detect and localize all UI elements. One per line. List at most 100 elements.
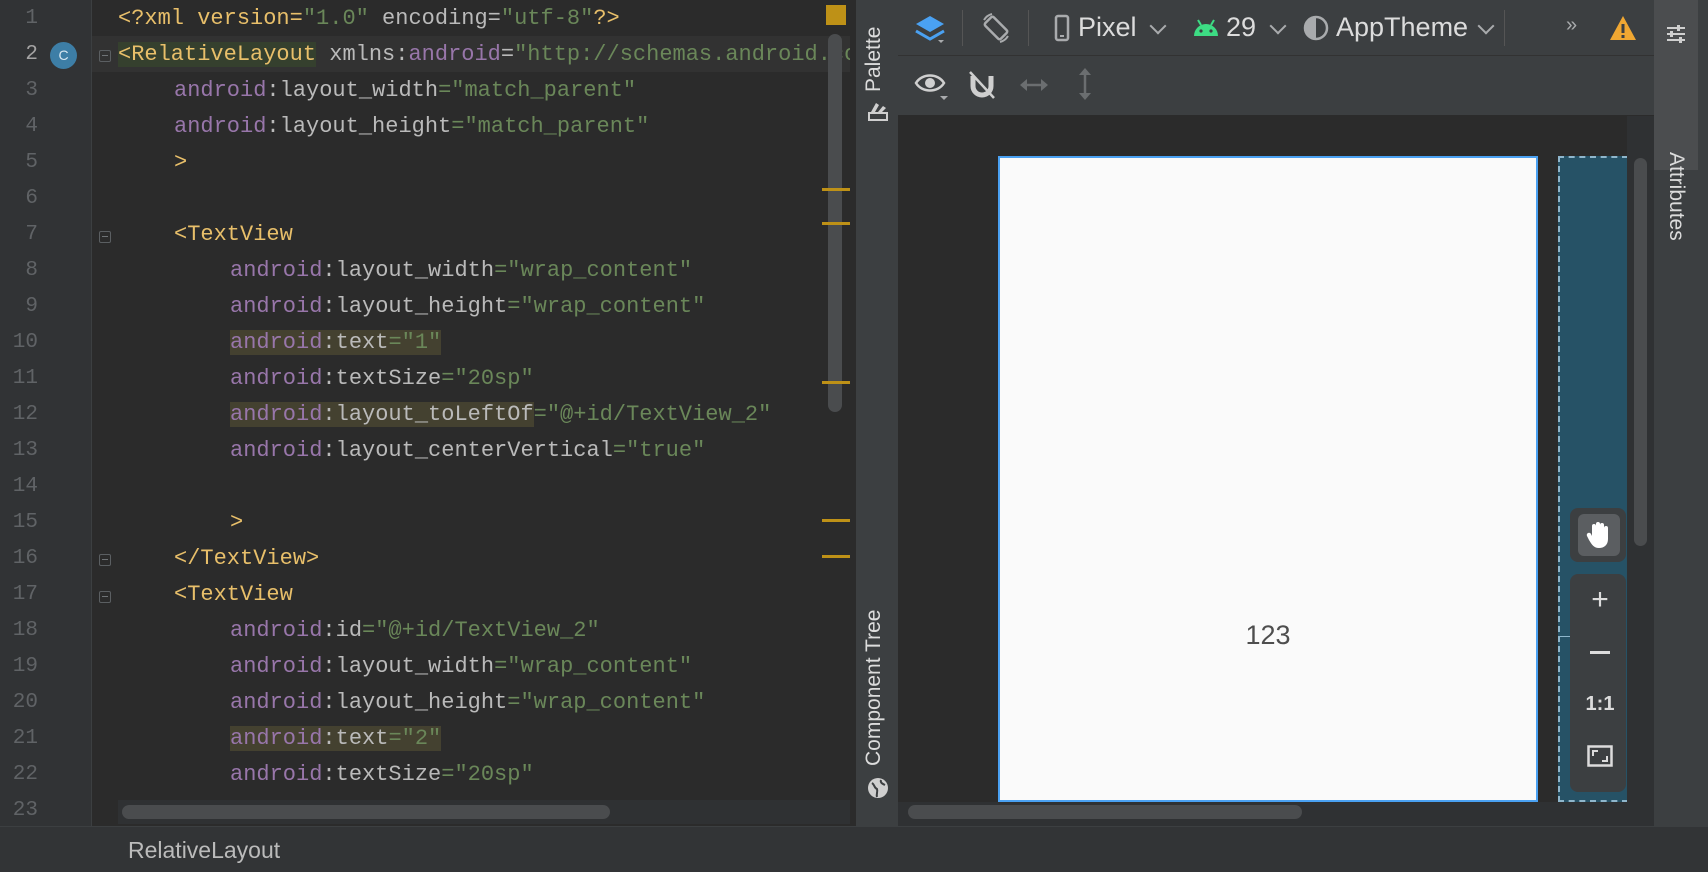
code-editor[interactable]: 1 2 3 4 5 6 7 8 9 10 11 12 13 14 15 16 17 18 19 20 21 22 23 C … bbox=[0, 0, 850, 826]
zoom-out-button[interactable] bbox=[1578, 630, 1622, 674]
warning-marker[interactable] bbox=[822, 381, 850, 384]
attr-value: "true" bbox=[626, 438, 706, 463]
device-selector[interactable]: Pixel bbox=[1048, 0, 1178, 56]
punctuation: = bbox=[388, 330, 402, 355]
design-vertical-scrollbar[interactable] bbox=[1634, 158, 1647, 546]
attr-value: "match_parent" bbox=[464, 114, 650, 139]
api-level: 29 bbox=[1226, 12, 1257, 42]
line-number: 6 bbox=[25, 187, 38, 210]
theme-icon bbox=[1303, 15, 1329, 41]
code-line-17: <TextView bbox=[174, 582, 293, 607]
toolbar-separator bbox=[1504, 10, 1505, 46]
theme-name: AppTheme bbox=[1336, 12, 1469, 42]
namespace: android bbox=[230, 330, 323, 355]
class-gutter-icon[interactable]: C bbox=[50, 42, 77, 69]
design-toolbar-secondary bbox=[898, 56, 1654, 116]
attr-name: :textSize bbox=[322, 366, 442, 391]
expand-vertical-icon bbox=[1079, 68, 1091, 100]
punctuation: = bbox=[494, 654, 508, 679]
attr-name: :layout_width bbox=[322, 654, 495, 679]
code-line-8: android:layout_width="wrap_content" bbox=[230, 253, 692, 289]
attr-name: :layout_width bbox=[322, 258, 495, 283]
magnet-off-icon[interactable] bbox=[966, 68, 998, 102]
attr-value: "utf-8" bbox=[500, 6, 594, 31]
line-number: 15 bbox=[12, 511, 38, 534]
attr-name: :layout_height bbox=[266, 114, 452, 139]
theme-selector[interactable]: AppTheme bbox=[1302, 0, 1502, 56]
line-number: 17 bbox=[12, 583, 38, 606]
api-level-selector[interactable]: 29 bbox=[1192, 0, 1292, 56]
hand-icon bbox=[1586, 522, 1608, 548]
tab-attributes[interactable]: Attributes bbox=[1654, 0, 1698, 241]
tab-component-tree-label: Component Tree bbox=[862, 609, 885, 766]
code-line-21: android:text="2" bbox=[230, 721, 442, 757]
globe-icon bbox=[868, 778, 888, 798]
sliders-icon bbox=[1667, 25, 1685, 43]
attr-value: "wrap_content" bbox=[520, 690, 706, 715]
inspection-status-icon[interactable] bbox=[826, 5, 846, 25]
punctuation: = bbox=[533, 402, 547, 427]
tab-palette-label: Palette bbox=[862, 26, 885, 92]
fold-marker-icon[interactable] bbox=[99, 231, 111, 243]
fold-marker-icon[interactable] bbox=[99, 554, 111, 566]
attr-value: "20sp" bbox=[454, 762, 534, 787]
attr-name: :layout_centerVertical bbox=[322, 438, 613, 463]
zoom-actual-size-button[interactable]: 1:1 bbox=[1578, 682, 1622, 726]
tab-component-tree[interactable]: Component Tree bbox=[856, 580, 898, 806]
phone-icon bbox=[1054, 14, 1070, 42]
breadcrumb-item[interactable]: RelativeLayout bbox=[128, 837, 280, 864]
namespace: android bbox=[230, 618, 323, 643]
warning-icon[interactable] bbox=[1608, 14, 1638, 42]
attr-value: "20sp" bbox=[454, 366, 534, 391]
namespace: android bbox=[230, 438, 323, 463]
xml-declaration: <?xml version= bbox=[118, 6, 303, 31]
code-line-20: android:layout_height="wrap_content" bbox=[230, 685, 705, 721]
code-line-10: android:text="1" bbox=[230, 325, 442, 361]
code-line-18: android:id="@+id/TextView_2" bbox=[230, 613, 600, 649]
punctuation: = bbox=[438, 78, 452, 103]
eye-icon[interactable] bbox=[914, 70, 950, 102]
warning-marker[interactable] bbox=[822, 555, 850, 558]
punctuation: = bbox=[441, 366, 455, 391]
attr-name: :layout_height bbox=[322, 294, 508, 319]
attr-value: "@+id/TextView_2" bbox=[375, 618, 600, 643]
warning-marker[interactable] bbox=[822, 188, 850, 191]
double-chevron-right-icon[interactable]: » bbox=[1566, 14, 1577, 37]
warning-marker[interactable] bbox=[822, 519, 850, 522]
tab-palette[interactable]: Palette bbox=[856, 0, 898, 146]
zoom-in-button[interactable]: + bbox=[1578, 578, 1622, 622]
orientation-icon[interactable] bbox=[978, 10, 1014, 46]
device-name: Pixel bbox=[1078, 12, 1137, 42]
pan-button[interactable] bbox=[1578, 514, 1620, 556]
editor-horizontal-scrollbar[interactable] bbox=[122, 805, 610, 819]
attr-name: :layout_width bbox=[266, 78, 439, 103]
code-line-13: android:layout_centerVertical="true" bbox=[230, 433, 705, 469]
attr-value: "1" bbox=[401, 330, 442, 355]
palette-icon bbox=[868, 103, 888, 121]
namespace: android bbox=[230, 762, 323, 787]
line-number: 5 bbox=[25, 151, 38, 174]
android-icon bbox=[1194, 19, 1218, 36]
attr-name: :textSize bbox=[322, 762, 442, 787]
zoom-actual-size-label: 1:1 bbox=[1585, 692, 1615, 715]
layers-icon[interactable] bbox=[912, 10, 948, 46]
namespace: android bbox=[230, 258, 323, 283]
attr-value: "@+id/TextView_2" bbox=[546, 402, 772, 427]
attr-value: "http://schemas.android.com/apk/res/andr… bbox=[514, 42, 850, 67]
warning-marker[interactable] bbox=[822, 222, 850, 225]
namespace: android bbox=[230, 402, 323, 427]
device-preview[interactable]: 123 bbox=[998, 156, 1538, 802]
fold-marker-icon[interactable] bbox=[99, 591, 111, 603]
attr-name: :text bbox=[322, 726, 389, 751]
code-line-22: android:textSize="20sp" bbox=[230, 757, 534, 793]
fold-marker-icon[interactable] bbox=[99, 50, 111, 62]
punctuation: = bbox=[500, 42, 515, 67]
namespace: android bbox=[230, 294, 323, 319]
line-number: 20 bbox=[12, 691, 38, 714]
code-line-11: android:textSize="20sp" bbox=[230, 361, 534, 397]
preview-textview[interactable]: 123 bbox=[1000, 620, 1536, 651]
line-number: 4 bbox=[25, 115, 38, 138]
design-horizontal-scrollbar[interactable] bbox=[908, 805, 1302, 819]
attr-value: "wrap_content" bbox=[507, 654, 693, 679]
zoom-to-fit-button[interactable] bbox=[1578, 734, 1622, 778]
